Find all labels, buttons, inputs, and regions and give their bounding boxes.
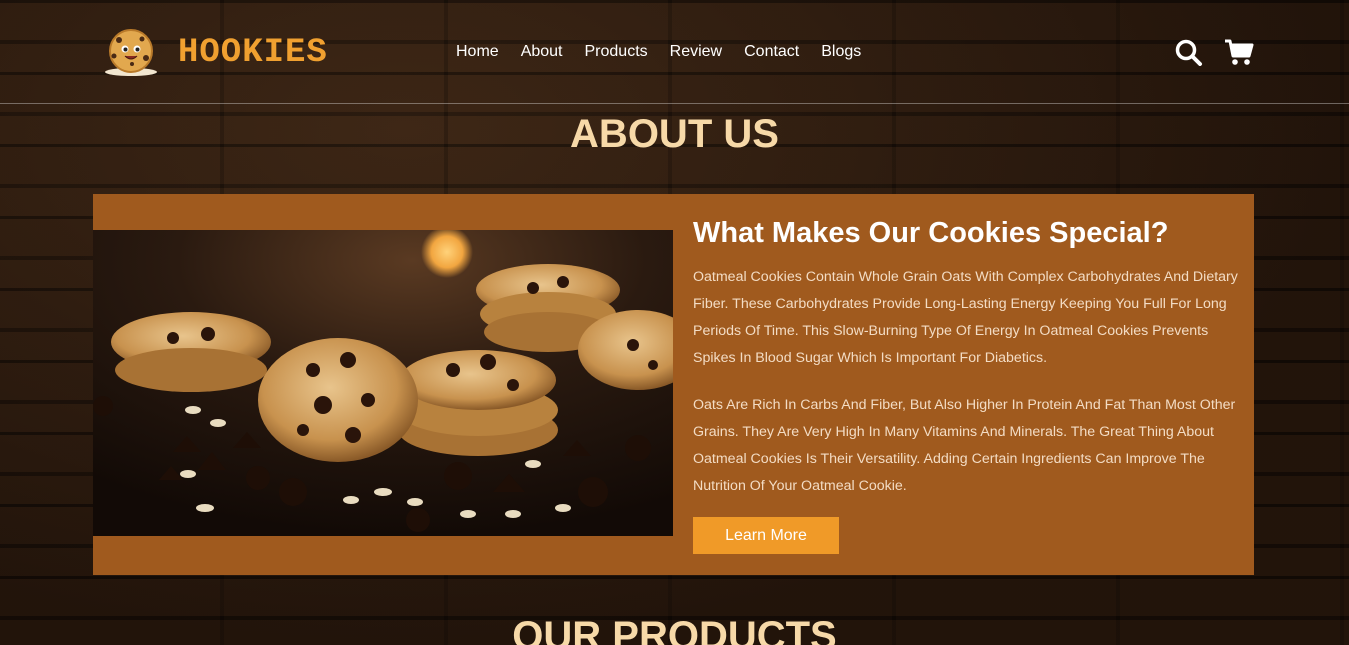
learn-more-button[interactable]: Learn More: [693, 517, 839, 554]
nav-contact[interactable]: Contact: [744, 42, 799, 62]
about-card: What Makes Our Cookies Special? Oatmeal …: [93, 194, 1254, 575]
main-nav: Home About Products Review Contact Blogs: [456, 42, 883, 62]
about-paragraph-1: Oatmeal Cookies Contain Whole Grain Oats…: [693, 269, 1238, 366]
cookie-mascot-logo: [105, 29, 157, 76]
brand[interactable]: HOOKIES: [102, 28, 328, 78]
brand-name: HOOKIES: [178, 34, 328, 72]
nav-blogs[interactable]: Blogs: [821, 42, 861, 62]
page: HOOKIES Home About Products Review Conta…: [0, 0, 1349, 645]
cart-icon[interactable]: [1224, 38, 1254, 66]
header-actions: [1174, 38, 1254, 66]
nav-home[interactable]: Home: [456, 42, 499, 62]
cookies-photo: [93, 230, 673, 536]
search-icon[interactable]: [1174, 38, 1204, 66]
about-text: What Makes Our Cookies Special? Oatmeal …: [693, 214, 1238, 500]
nav-about[interactable]: About: [521, 42, 563, 62]
site-header: HOOKIES Home About Products Review Conta…: [0, 0, 1349, 104]
about-paragraph-2: Oats Are Rich In Carbs And Fiber, But Al…: [693, 397, 1236, 494]
products-section-title: OUR PRODUCTS: [512, 614, 837, 645]
nav-products[interactable]: Products: [585, 42, 648, 62]
about-section-title: ABOUT US: [570, 112, 779, 156]
nav-review[interactable]: Review: [670, 42, 722, 62]
about-heading: What Makes Our Cookies Special?: [693, 217, 1169, 249]
